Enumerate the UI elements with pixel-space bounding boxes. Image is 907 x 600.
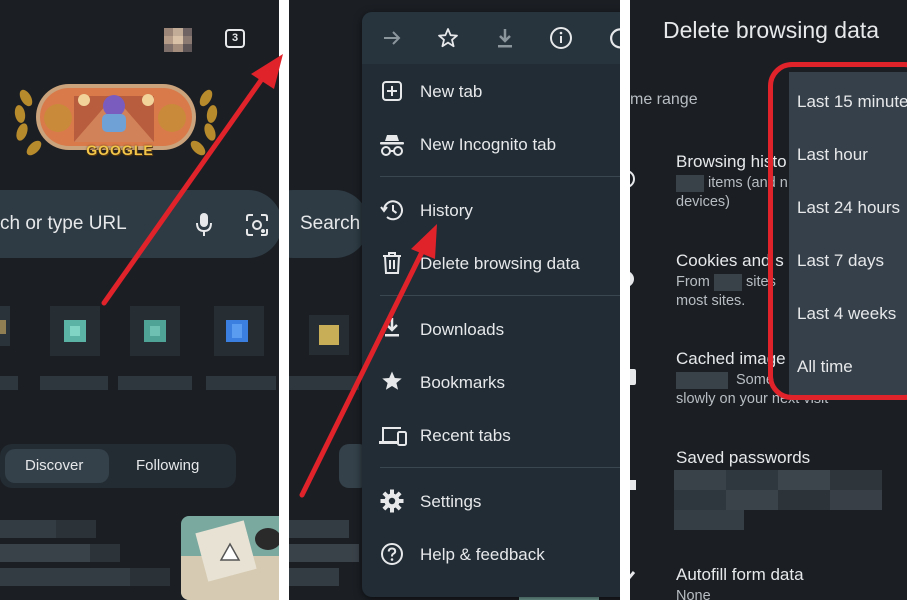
annotation-arrows: [101, 54, 437, 498]
annotation-arrow-to-menu: [101, 54, 283, 306]
annotation-arrow-to-history: [299, 224, 437, 498]
